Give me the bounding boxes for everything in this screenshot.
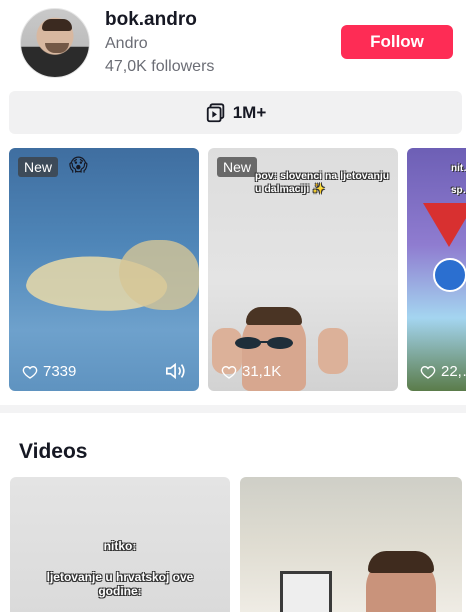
- username: bok.andro: [105, 9, 197, 30]
- heart-icon: [420, 365, 436, 379]
- likes-count: 22,…: [420, 363, 466, 380]
- speaker-icon[interactable]: [165, 361, 187, 381]
- playlist-count: 1M+: [232, 102, 267, 122]
- video-caption: nit… sp…: [451, 163, 466, 196]
- avatar-hair: [42, 19, 72, 31]
- video-caption: pov: slovenci na ljetovanju u dalmaciji …: [255, 170, 390, 195]
- section-divider: [0, 405, 466, 413]
- wall-picture: [280, 571, 332, 612]
- likes-value: 31,1K: [242, 363, 282, 380]
- heart-icon: [22, 365, 38, 379]
- featured-row: New 😱 7339 New pov: slovenci na ljetovan…: [0, 148, 466, 392]
- video-grid: nitko: ljetovanje u hrvatskoj ove godine…: [0, 477, 466, 612]
- videos-section-title: Videos: [19, 440, 88, 463]
- playlist-bar[interactable]: 1M+: [9, 91, 462, 134]
- new-badge: New: [217, 157, 258, 177]
- video-caption: ljetovanje u hrvatskoj ove godine:: [46, 570, 194, 598]
- scream-emoji: 😱: [69, 155, 88, 175]
- featured-video-card[interactable]: New pov: slovenci na ljetovanju u dalmac…: [208, 148, 398, 391]
- new-badge: New: [18, 157, 59, 177]
- followers-count[interactable]: 47,0K followers: [105, 58, 214, 76]
- avatar-beard: [45, 43, 69, 53]
- playlist-icon: [206, 102, 224, 122]
- likes-value: 7339: [43, 363, 77, 380]
- road-sign: [423, 203, 466, 247]
- featured-video-card[interactable]: nit… sp… 22,…: [407, 148, 466, 391]
- heart-icon: [221, 365, 237, 379]
- road-sign: [433, 258, 466, 292]
- person-face: [366, 551, 436, 612]
- video-caption: nitko:: [103, 539, 137, 553]
- display-name: Andro: [105, 35, 148, 52]
- video-thumbnail[interactable]: nitko: ljetovanje u hrvatskoj ove godine…: [10, 477, 230, 612]
- avatar[interactable]: [20, 8, 90, 78]
- likes-value: 22,…: [441, 363, 466, 380]
- featured-video-card[interactable]: New 😱 7339: [9, 148, 199, 391]
- follow-button[interactable]: Follow: [341, 25, 453, 59]
- video-thumbnail[interactable]: [240, 477, 462, 612]
- likes-count: 7339: [22, 363, 76, 380]
- hand: [318, 328, 348, 374]
- profile-header: bok.andro Andro 47,0K followers Follow: [0, 0, 466, 88]
- sunglasses: [235, 337, 293, 349]
- likes-count: 31,1K: [221, 363, 281, 380]
